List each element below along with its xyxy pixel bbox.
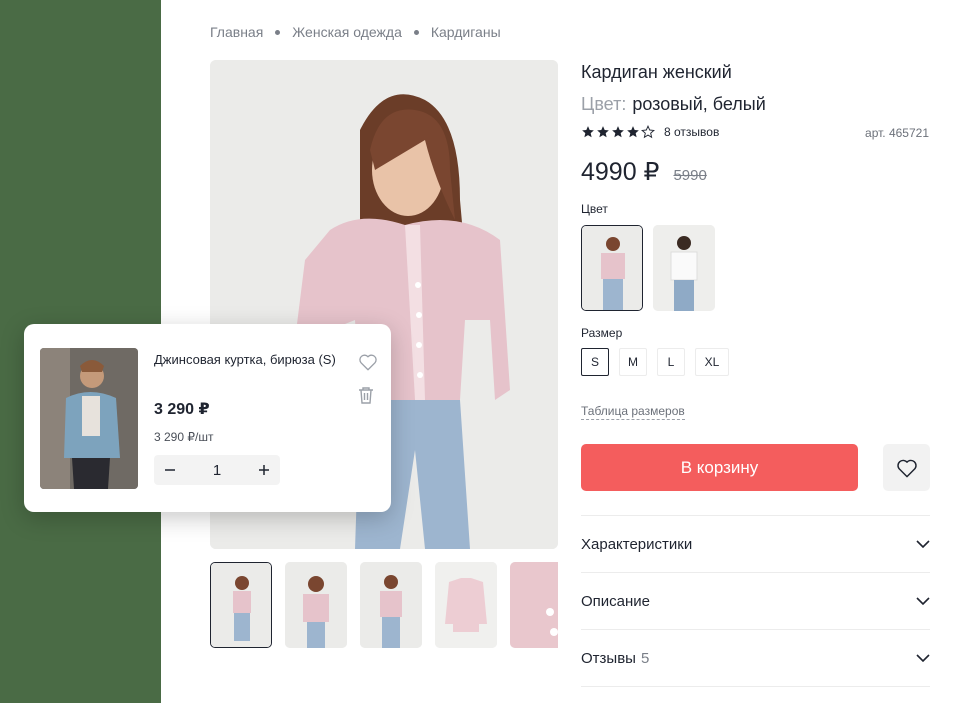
color-label: Цвет:	[581, 94, 627, 114]
rating-stars	[581, 125, 656, 139]
product-color: Цвет: розовый, белый	[581, 94, 766, 115]
product-title: Кардиган женский	[581, 62, 732, 82]
size-option-l[interactable]: L	[657, 348, 685, 376]
thumbnail-5[interactable]	[510, 562, 558, 648]
size-table-link[interactable]: Таблица размеров	[581, 404, 685, 420]
thumbnail-1[interactable]	[210, 562, 272, 648]
heart-icon	[896, 459, 917, 477]
cart-item-popup: Джинсовая куртка, бирюза (S) 3 290 ₽ 3 2…	[24, 324, 391, 512]
quantity-stepper: 1	[154, 455, 280, 485]
breadcrumb-cardigans[interactable]: Кардиганы	[431, 24, 501, 40]
color-section-label: Цвет	[581, 202, 608, 216]
price-block: 4990 ₽ 5990	[581, 157, 707, 187]
size-option-m[interactable]: M	[619, 348, 647, 376]
heart-icon	[359, 354, 377, 371]
reviews-count: 5	[640, 649, 650, 667]
star-icon	[597, 126, 609, 138]
color-option-pink[interactable]	[581, 225, 643, 311]
breadcrumb-separator	[275, 29, 281, 35]
accordion-reviews[interactable]: Отзывы 5	[581, 629, 930, 687]
cart-item-price: 3 290 ₽	[154, 401, 210, 418]
accordion-label: Отзывы 5	[581, 650, 649, 667]
star-icon	[627, 126, 639, 138]
reviews-link[interactable]: 8 отзывов	[664, 125, 719, 139]
add-to-cart-button[interactable]: В корзину	[581, 444, 858, 491]
color-value: розовый, белый	[632, 94, 766, 114]
old-price: 5990	[673, 167, 707, 184]
favorite-button[interactable]	[883, 444, 930, 491]
reviews-label: Отзывы	[581, 649, 636, 667]
current-price: 4990 ₽	[581, 158, 660, 186]
cart-item-favorite-button[interactable]	[358, 353, 378, 373]
star-icon	[612, 126, 624, 138]
accordion-description[interactable]: Описание	[581, 572, 930, 629]
chevron-down-icon	[916, 597, 930, 605]
thumbnail-3[interactable]	[360, 562, 422, 648]
plus-icon	[259, 465, 269, 475]
cart-item-image[interactable]	[40, 348, 138, 489]
decrease-quantity-button[interactable]	[154, 455, 186, 485]
size-option-s[interactable]: S	[581, 348, 609, 376]
accordion-characteristics[interactable]: Характеристики	[581, 515, 930, 572]
breadcrumb-women[interactable]: Женская одежда	[292, 24, 402, 40]
cart-item-unit-price: 3 290 ₽/шт	[154, 430, 214, 444]
breadcrumb-home[interactable]: Главная	[210, 24, 263, 40]
quantity-value[interactable]: 1	[213, 462, 221, 479]
increase-quantity-button[interactable]	[248, 455, 280, 485]
chevron-down-icon	[916, 654, 930, 662]
breadcrumb-separator	[413, 29, 419, 35]
rating: 8 отзывов	[581, 125, 719, 139]
article-number: арт. 465721	[865, 126, 929, 140]
thumbnail-2[interactable]	[285, 562, 347, 648]
size-section-label: Размер	[581, 326, 623, 340]
photo-thumbnails	[210, 562, 558, 648]
trash-icon	[359, 387, 373, 404]
cart-item-name[interactable]: Джинсовая куртка, бирюза (S)	[154, 350, 344, 369]
accordion-label: Характеристики	[581, 535, 693, 553]
thumbnail-4[interactable]	[435, 562, 497, 648]
accordion-label: Описание	[581, 592, 651, 610]
chevron-down-icon	[916, 540, 930, 548]
star-icon	[641, 125, 655, 139]
breadcrumb: Главная Женская одежда Кардиганы	[210, 24, 501, 40]
size-option-xl[interactable]: XL	[695, 348, 729, 376]
color-option-white[interactable]	[653, 225, 715, 311]
color-options	[581, 225, 715, 311]
minus-icon	[165, 469, 175, 471]
product-accordion: Характеристики Описание Отзывы 5	[581, 515, 930, 687]
cart-item-delete-button[interactable]	[358, 386, 378, 406]
star-icon	[582, 126, 594, 138]
size-options: S M L XL	[581, 348, 729, 376]
